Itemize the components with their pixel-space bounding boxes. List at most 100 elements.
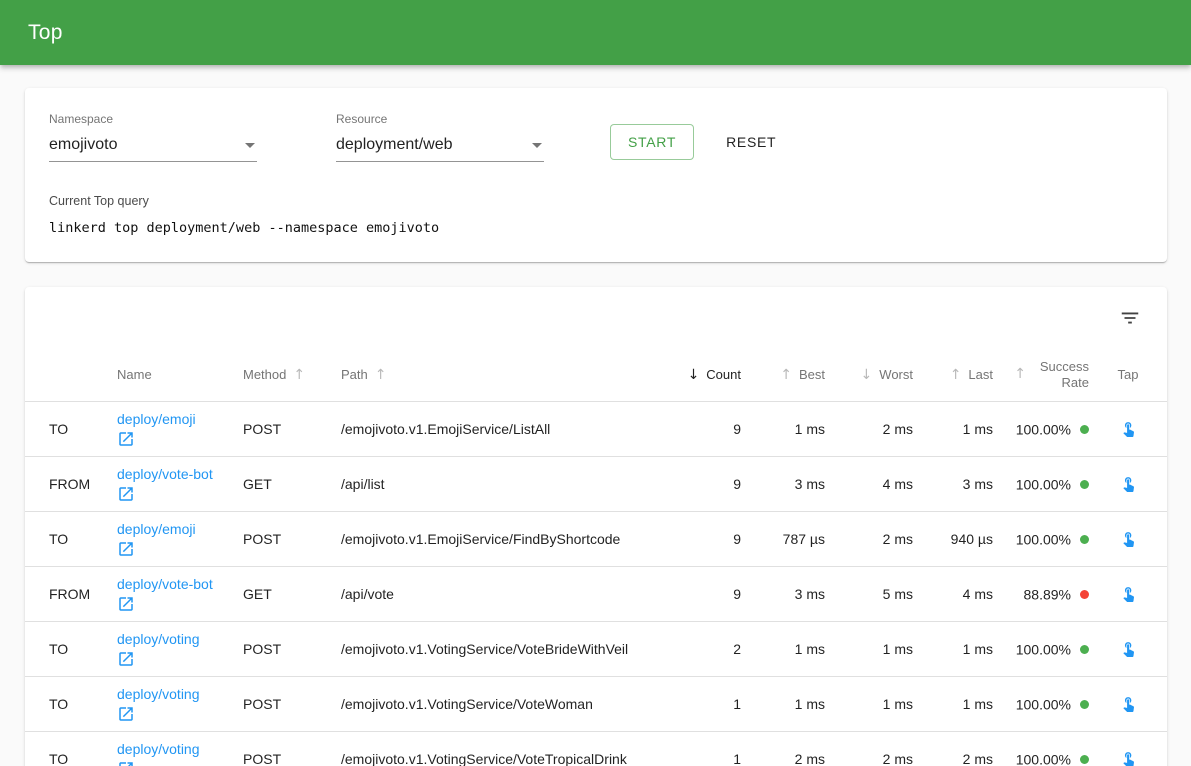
- best-latency-cell: 787 µs: [741, 511, 825, 566]
- count-cell: 2: [667, 621, 741, 676]
- sort-up-icon: ↑: [293, 367, 305, 383]
- top-table: Name Method↑ Path↑ ↓Count ↑Best: [25, 349, 1167, 766]
- resource-link[interactable]: deploy/emoji: [117, 521, 196, 537]
- table-row: TO deploy/voting POST /emojivoto.v1.Voti…: [25, 731, 1167, 766]
- last-latency-cell: 2 ms: [913, 731, 993, 766]
- column-header-method[interactable]: Method↑: [243, 349, 341, 401]
- column-header-count[interactable]: ↓Count: [667, 349, 741, 401]
- filter-button[interactable]: [1115, 303, 1145, 333]
- resource-value: deployment/web: [336, 136, 453, 154]
- worst-latency-cell: 4 ms: [825, 456, 913, 511]
- resource-link[interactable]: deploy/vote-bot: [117, 466, 213, 482]
- status-dot: [1080, 700, 1089, 709]
- reset-button[interactable]: RESET: [718, 125, 784, 159]
- status-dot: [1080, 480, 1089, 489]
- path-cell: /api/list: [341, 456, 667, 511]
- direction-cell: TO: [25, 401, 117, 456]
- open-in-new-icon[interactable]: [117, 650, 135, 668]
- tap-icon: [1120, 475, 1137, 492]
- tap-icon: [1120, 420, 1137, 437]
- top-query-card: Namespace emojivoto Resource deployment/…: [25, 88, 1167, 262]
- tap-button[interactable]: [1117, 692, 1140, 715]
- open-in-new-icon[interactable]: [117, 540, 135, 558]
- table-row: TO deploy/voting POST /emojivoto.v1.Voti…: [25, 676, 1167, 731]
- sort-up-icon: ↑: [375, 367, 387, 383]
- resource-link[interactable]: deploy/emoji: [117, 411, 196, 427]
- open-in-new-icon[interactable]: [117, 595, 135, 613]
- column-header-best[interactable]: ↑Best: [741, 349, 825, 401]
- success-rate-cell: 100.00%: [993, 511, 1089, 566]
- name-cell: deploy/vote-bot: [117, 566, 243, 621]
- best-latency-cell: 2 ms: [741, 731, 825, 766]
- resource-link[interactable]: deploy/vote-bot: [117, 576, 213, 592]
- worst-latency-cell: 2 ms: [825, 731, 913, 766]
- best-latency-cell: 1 ms: [741, 401, 825, 456]
- open-in-new-icon[interactable]: [117, 705, 135, 723]
- direction-cell: TO: [25, 621, 117, 676]
- column-header-last[interactable]: ↑Last: [913, 349, 993, 401]
- column-header-success-rate[interactable]: ↑Success Rate: [993, 349, 1089, 401]
- resource-link[interactable]: deploy/voting: [117, 686, 200, 702]
- best-latency-cell: 3 ms: [741, 566, 825, 621]
- namespace-label: Namespace: [49, 112, 257, 126]
- namespace-value: emojivoto: [49, 136, 117, 154]
- tap-icon: [1120, 530, 1137, 547]
- method-cell: POST: [243, 401, 341, 456]
- success-rate-cell: 88.89%: [993, 566, 1089, 621]
- worst-latency-cell: 2 ms: [825, 401, 913, 456]
- open-in-new-icon[interactable]: [117, 760, 135, 766]
- name-cell: deploy/vote-bot: [117, 456, 243, 511]
- filter-list-icon: [1119, 307, 1141, 329]
- tap-icon: [1120, 695, 1137, 712]
- last-latency-cell: 4 ms: [913, 566, 993, 621]
- path-cell: /emojivoto.v1.VotingService/VoteBrideWit…: [341, 621, 667, 676]
- tap-button[interactable]: [1117, 527, 1140, 550]
- method-cell: POST: [243, 731, 341, 766]
- path-cell: /emojivoto.v1.VotingService/VoteTropical…: [341, 731, 667, 766]
- worst-latency-cell: 1 ms: [825, 676, 913, 731]
- tap-cell: [1089, 566, 1167, 621]
- tap-cell: [1089, 456, 1167, 511]
- last-latency-cell: 1 ms: [913, 621, 993, 676]
- column-header-worst[interactable]: ↓Worst: [825, 349, 913, 401]
- tap-button[interactable]: [1117, 472, 1140, 495]
- sort-down-icon: ↓: [688, 367, 700, 383]
- resource-select[interactable]: Resource deployment/web: [336, 112, 544, 162]
- open-in-new-icon[interactable]: [117, 485, 135, 503]
- column-header-direction: [25, 349, 117, 401]
- resource-link[interactable]: deploy/voting: [117, 741, 200, 757]
- method-cell: GET: [243, 566, 341, 621]
- status-dot: [1080, 755, 1089, 764]
- method-cell: POST: [243, 621, 341, 676]
- sort-down-icon: ↓: [861, 367, 873, 383]
- column-header-path[interactable]: Path↑: [341, 349, 667, 401]
- tap-cell: [1089, 676, 1167, 731]
- open-in-new-icon[interactable]: [117, 430, 135, 448]
- resource-link[interactable]: deploy/voting: [117, 631, 200, 647]
- tap-icon: [1120, 640, 1137, 657]
- sort-up-icon: ↑: [780, 367, 792, 383]
- table-row: TO deploy/emoji POST /emojivoto.v1.Emoji…: [25, 511, 1167, 566]
- worst-latency-cell: 2 ms: [825, 511, 913, 566]
- name-cell: deploy/emoji: [117, 401, 243, 456]
- success-rate-cell: 100.00%: [993, 401, 1089, 456]
- main-content: Namespace emojivoto Resource deployment/…: [0, 65, 1191, 766]
- last-latency-cell: 1 ms: [913, 676, 993, 731]
- direction-cell: TO: [25, 676, 117, 731]
- start-button[interactable]: START: [610, 124, 694, 160]
- count-cell: 9: [667, 456, 741, 511]
- page-title: Top: [28, 21, 63, 45]
- tap-cell: [1089, 621, 1167, 676]
- tap-button[interactable]: [1117, 582, 1140, 605]
- sort-up-icon: ↑: [1014, 366, 1026, 382]
- namespace-select[interactable]: Namespace emojivoto: [49, 112, 257, 162]
- best-latency-cell: 1 ms: [741, 676, 825, 731]
- tap-button[interactable]: [1117, 417, 1140, 440]
- tap-button[interactable]: [1117, 747, 1140, 766]
- count-cell: 1: [667, 676, 741, 731]
- chevron-down-icon: [532, 143, 542, 148]
- path-cell: /api/vote: [341, 566, 667, 621]
- tap-button[interactable]: [1117, 637, 1140, 660]
- direction-cell: FROM: [25, 456, 117, 511]
- table-row: FROM deploy/vote-bot GET /api/list 9 3 m…: [25, 456, 1167, 511]
